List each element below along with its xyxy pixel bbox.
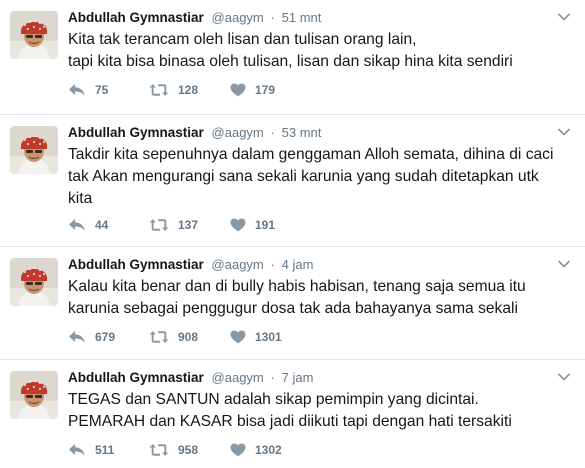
separator-dot: ·: [270, 370, 275, 385]
like-count: 179: [255, 83, 276, 97]
retweet-button[interactable]: 958: [149, 440, 230, 460]
separator-dot: ·: [270, 257, 275, 272]
author-handle[interactable]: @aagym: [212, 125, 264, 140]
retweet-count: 137: [178, 218, 199, 232]
author-name[interactable]: Abdullah Gymnastiar: [68, 10, 204, 25]
avatar[interactable]: [10, 11, 58, 59]
tweet[interactable]: Abdullah Gymnastiar @aagym · 4 jam Kalau…: [0, 247, 585, 360]
tweet-header: Abdullah Gymnastiar @aagym · 4 jam: [68, 256, 313, 274]
tweet-text: Kita tak terancam oleh lisan dan tulisan…: [68, 31, 513, 70]
retweet-count: 908: [178, 330, 199, 344]
like-count: 1301: [255, 330, 282, 344]
tweet-header: Abdullah Gymnastiar @aagym · 53 mnt: [68, 124, 321, 142]
avatar[interactable]: [10, 371, 58, 419]
avatar[interactable]: [10, 126, 58, 174]
reply-count: 75: [95, 83, 109, 97]
avatar[interactable]: [10, 258, 58, 306]
retweet-icon: [149, 84, 169, 96]
reply-icon: [69, 84, 85, 96]
tweet[interactable]: Abdullah Gymnastiar @aagym · 53 mnt Takd…: [0, 115, 585, 247]
author-handle[interactable]: @aagym: [212, 370, 264, 385]
tweet-actions: 75 128 179: [68, 80, 320, 100]
retweet-icon: [149, 331, 169, 343]
tweet-header: Abdullah Gymnastiar @aagym · 7 jam: [68, 369, 313, 387]
tweet-actions: 44 137 191: [68, 215, 320, 235]
tweet[interactable]: Abdullah Gymnastiar @aagym · 7 jam TEGAS…: [0, 360, 585, 468]
reply-icon: [69, 444, 85, 456]
chevron-down-icon[interactable]: [557, 259, 571, 269]
timestamp[interactable]: 4 jam: [282, 257, 314, 272]
tweet-header: Abdullah Gymnastiar @aagym · 51 mnt: [68, 9, 321, 27]
retweet-count: 958: [178, 443, 199, 457]
tweet-actions: 679 908 1301: [68, 327, 320, 347]
timestamp[interactable]: 51 mnt: [282, 10, 322, 25]
tweet-text: Kalau kita benar dan di bully habis habi…: [68, 278, 526, 317]
like-icon: [230, 83, 246, 97]
separator-dot: ·: [270, 125, 275, 140]
like-icon: [230, 218, 246, 232]
retweet-count: 128: [178, 83, 199, 97]
reply-count: 511: [95, 443, 115, 457]
retweet-button[interactable]: 128: [149, 80, 230, 100]
chevron-down-icon[interactable]: [557, 12, 571, 22]
like-count: 1302: [255, 443, 282, 457]
like-button[interactable]: 1301: [230, 327, 320, 347]
timestamp[interactable]: 53 mnt: [282, 125, 322, 140]
reply-button[interactable]: 75: [68, 80, 149, 100]
author-name[interactable]: Abdullah Gymnastiar: [68, 370, 204, 385]
retweet-icon: [149, 444, 169, 456]
reply-button[interactable]: 679: [68, 327, 149, 347]
tweet-actions: 511 958 1302: [68, 440, 320, 460]
retweet-button[interactable]: 908: [149, 327, 230, 347]
tweet-feed: Abdullah Gymnastiar @aagym · 51 mnt Kita…: [0, 0, 585, 468]
reply-icon: [69, 331, 85, 343]
reply-button[interactable]: 44: [68, 215, 149, 235]
timestamp[interactable]: 7 jam: [282, 370, 314, 385]
tweet[interactable]: Abdullah Gymnastiar @aagym · 51 mnt Kita…: [0, 0, 585, 115]
author-name[interactable]: Abdullah Gymnastiar: [68, 125, 204, 140]
retweet-icon: [149, 219, 169, 231]
retweet-button[interactable]: 137: [149, 215, 230, 235]
like-button[interactable]: 191: [230, 215, 320, 235]
like-button[interactable]: 1302: [230, 440, 320, 460]
separator-dot: ·: [270, 10, 275, 25]
tweet-text: TEGAS dan SANTUN adalah sikap pemimpin y…: [68, 391, 512, 430]
reply-count: 679: [95, 330, 116, 344]
like-button[interactable]: 179: [230, 80, 320, 100]
tweet-text: Takdir kita sepenuhnya dalam genggaman A…: [68, 146, 554, 207]
reply-button[interactable]: 511: [68, 440, 149, 460]
chevron-down-icon[interactable]: [557, 127, 571, 137]
reply-count: 44: [95, 218, 109, 232]
chevron-down-icon[interactable]: [557, 372, 571, 382]
like-icon: [230, 443, 246, 457]
like-icon: [230, 330, 246, 344]
author-name[interactable]: Abdullah Gymnastiar: [68, 257, 204, 272]
author-handle[interactable]: @aagym: [212, 257, 264, 272]
like-count: 191: [255, 218, 276, 232]
reply-icon: [69, 219, 85, 231]
author-handle[interactable]: @aagym: [212, 10, 264, 25]
